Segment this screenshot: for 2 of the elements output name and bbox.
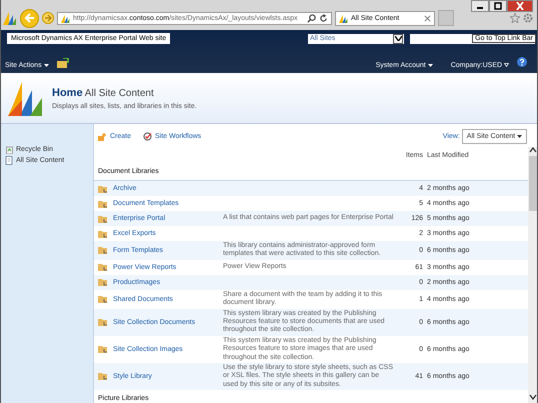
page-title[interactable]: Home [52, 86, 83, 98]
page-subtitle: All Site Content [84, 88, 154, 98]
